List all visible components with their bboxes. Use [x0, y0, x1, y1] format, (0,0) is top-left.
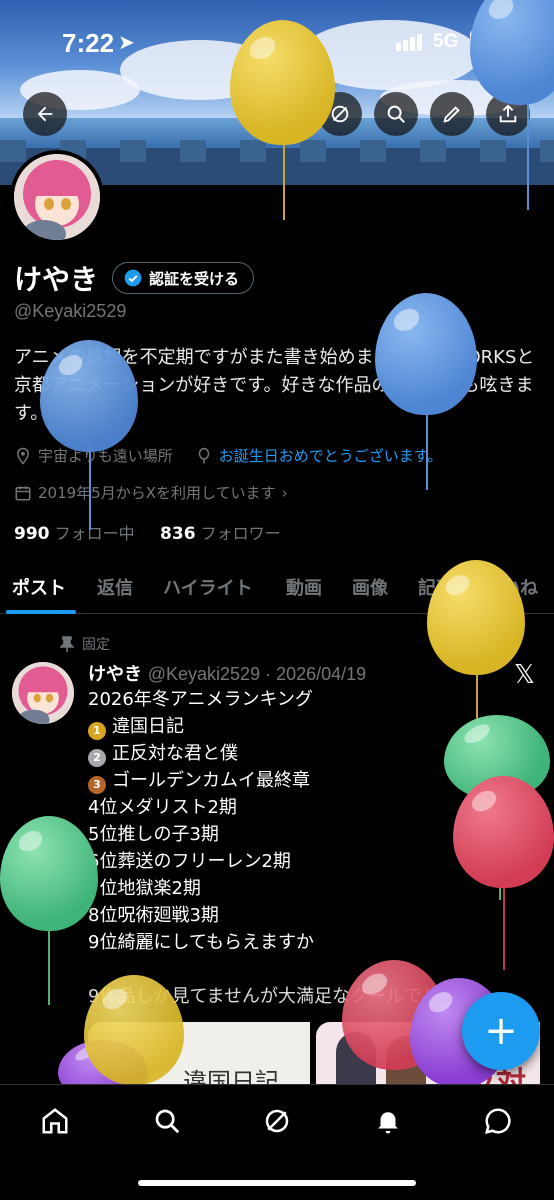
pinned-label: 固定	[82, 637, 110, 653]
nav-search[interactable]	[147, 1101, 187, 1141]
network-type: 5G	[433, 31, 459, 52]
home-icon	[42, 1108, 68, 1134]
verified-badge-icon	[124, 269, 142, 287]
location-arrow-icon: ➤	[118, 30, 135, 54]
silver-medal-icon: 2	[88, 749, 106, 767]
nav-home[interactable]	[35, 1101, 75, 1141]
post-author[interactable]: けやき	[88, 664, 142, 685]
pinned-indicator: 固定	[60, 634, 110, 654]
post-line: 9位綺麗にしてもらえますか	[88, 932, 315, 953]
bronze-medal-icon: 3	[88, 776, 106, 794]
balloon-icon	[198, 447, 209, 463]
follow-stats: 990 フォロー中 836 フォロワー	[14, 520, 281, 544]
nav-grok[interactable]	[257, 1101, 297, 1141]
post-avatar[interactable]	[12, 662, 74, 724]
share-icon	[499, 104, 517, 123]
following-link[interactable]: 990 フォロー中	[14, 524, 135, 544]
avatar-illustration	[14, 154, 100, 240]
joined-date: 2019年5月からXを利用しています	[38, 484, 276, 502]
grok-icon	[265, 1109, 289, 1133]
balloon-yellow	[230, 20, 335, 145]
nav-messages[interactable]	[478, 1101, 518, 1141]
pin-icon	[60, 636, 74, 652]
balloon-yellow	[84, 975, 184, 1085]
post-line: 7位地獄楽2期	[88, 878, 201, 899]
post-line: 2026年冬アニメランキング	[88, 689, 313, 710]
tab-images[interactable]: 画像	[352, 574, 388, 600]
profile-handle: @Keyaki2529	[14, 301, 127, 321]
profile-avatar[interactable]	[10, 150, 104, 244]
search-icon	[387, 105, 405, 123]
edit-icon	[443, 106, 460, 123]
get-verified-label: 認証を受ける	[149, 269, 240, 288]
balloon-blue	[375, 293, 477, 415]
tab-posts[interactable]: ポスト	[12, 574, 66, 600]
bell-icon	[378, 1112, 398, 1134]
back-button[interactable]	[23, 92, 67, 136]
post-line: 8位呪術廻戦3期	[88, 905, 219, 926]
search-icon	[155, 1109, 180, 1134]
chevron-right-icon: ›	[281, 483, 288, 502]
balloon-red	[453, 776, 554, 888]
location-pin-icon	[16, 447, 30, 465]
tab-highlights[interactable]: ハイライト	[163, 574, 253, 600]
chat-bubble-icon	[484, 1108, 511, 1135]
home-indicator	[138, 1180, 416, 1186]
followers-link[interactable]: 836 フォロワー	[160, 524, 281, 544]
avatar-illustration	[12, 662, 74, 724]
joined-row[interactable]: 2019年5月からXを利用しています ›	[14, 482, 288, 503]
get-verified-button[interactable]: 認証を受ける	[112, 262, 255, 294]
post-header: けやき @Keyaki2529 · 2026/04/19	[88, 660, 366, 686]
tab-replies[interactable]: 返信	[97, 574, 133, 600]
post-handle-date: @Keyaki2529 · 2026/04/19	[147, 664, 367, 684]
balloon-yellow	[427, 560, 525, 675]
active-tab-indicator	[6, 610, 76, 614]
signal-icon	[396, 32, 424, 51]
nav-notifications[interactable]	[368, 1101, 408, 1141]
clock: 7:22	[62, 28, 115, 58]
compose-button[interactable]: +	[462, 992, 540, 1070]
search-button[interactable]	[374, 92, 418, 136]
profile-name: けやき	[14, 263, 99, 296]
calendar-icon	[15, 485, 31, 500]
balloon-blue	[40, 340, 138, 452]
balloon-green	[0, 816, 98, 931]
birthday-link[interactable]: お誕生日おめでとうございます。	[219, 445, 443, 466]
tab-videos[interactable]: 動画	[286, 574, 322, 600]
back-arrow-icon	[37, 106, 53, 122]
gold-medal-icon: 1	[88, 722, 106, 740]
edit-button[interactable]	[430, 92, 474, 136]
